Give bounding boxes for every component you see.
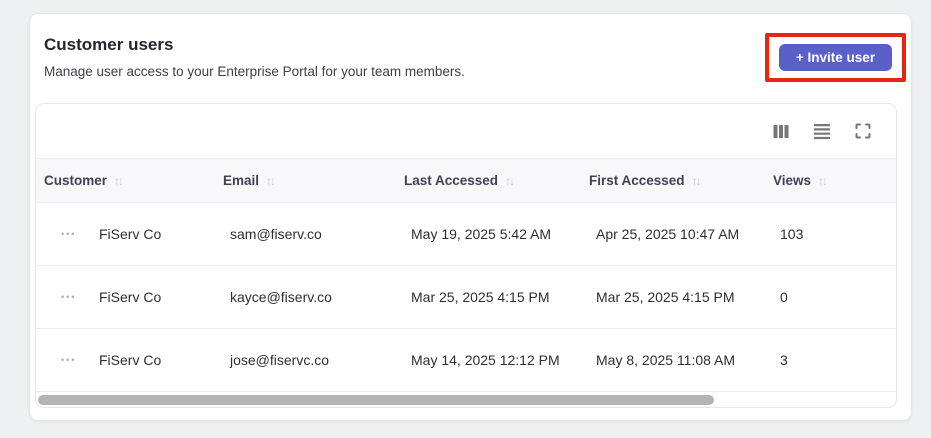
row-actions-icon[interactable]: ••• xyxy=(61,292,85,302)
customer-cell: FiServ Co xyxy=(99,226,162,242)
first-accessed-cell: Apr 25, 2025 10:47 AM xyxy=(596,226,740,242)
sort-icon[interactable]: ↑↓ xyxy=(266,174,276,188)
card-header: Customer users Manage user access to you… xyxy=(30,14,911,82)
density-icon[interactable] xyxy=(812,121,832,141)
column-label: Customer xyxy=(44,173,108,188)
column-header-email[interactable]: Email ↑↓ xyxy=(215,173,396,188)
column-header-customer[interactable]: Customer ↑↓ xyxy=(36,173,215,188)
row-actions-icon[interactable]: ••• xyxy=(61,355,85,365)
customer-cell: FiServ Co xyxy=(99,289,162,305)
fullscreen-icon[interactable] xyxy=(853,121,873,141)
last-accessed-cell: May 19, 2025 5:42 AM xyxy=(411,226,552,242)
table-toolbar xyxy=(36,104,896,158)
sort-icon[interactable]: ↑↓ xyxy=(818,174,828,188)
column-label: Last Accessed xyxy=(404,173,499,188)
last-accessed-cell: Mar 25, 2025 4:15 PM xyxy=(411,289,550,305)
views-cell: 3 xyxy=(780,352,788,368)
customer-users-card: Customer users Manage user access to you… xyxy=(29,13,912,421)
customer-cell: FiServ Co xyxy=(99,352,162,368)
column-header-last-accessed[interactable]: Last Accessed ↑↓ xyxy=(396,173,581,188)
sort-icon[interactable]: ↑↓ xyxy=(505,174,515,188)
annotation-highlight: + Invite user xyxy=(765,33,906,82)
email-cell: kayce@fiserv.co xyxy=(230,289,332,305)
first-accessed-cell: May 8, 2025 11:08 AM xyxy=(596,352,736,368)
column-header-views[interactable]: Views ↑↓ xyxy=(765,173,896,188)
column-header-first-accessed[interactable]: First Accessed ↑↓ xyxy=(581,173,765,188)
column-label: Email xyxy=(223,173,260,188)
sort-icon[interactable]: ↑↓ xyxy=(114,174,124,188)
table-row: ••• FiServ Co jose@fiservc.co May 14, 20… xyxy=(36,329,896,392)
invite-user-button[interactable]: + Invite user xyxy=(778,44,893,71)
views-cell: 0 xyxy=(780,289,788,305)
column-label: Views xyxy=(773,173,812,188)
scrollbar-thumb[interactable] xyxy=(38,395,715,405)
table-row: ••• FiServ Co sam@fiserv.co May 19, 2025… xyxy=(36,203,896,266)
first-accessed-cell: Mar 25, 2025 4:15 PM xyxy=(596,289,735,305)
email-cell: jose@fiservc.co xyxy=(230,352,330,368)
horizontal-scrollbar[interactable] xyxy=(36,392,896,407)
table-header-row: Customer ↑↓ Email ↑↓ Last Accessed ↑↓ Fi… xyxy=(36,158,896,203)
views-cell: 103 xyxy=(780,226,804,242)
email-cell: sam@fiserv.co xyxy=(230,226,322,242)
last-accessed-cell: May 14, 2025 12:12 PM xyxy=(411,352,560,368)
sort-icon[interactable]: ↑↓ xyxy=(692,174,702,188)
row-actions-icon[interactable]: ••• xyxy=(61,229,85,239)
columns-icon[interactable] xyxy=(771,121,791,141)
table-row: ••• FiServ Co kayce@fiserv.co Mar 25, 20… xyxy=(36,266,896,329)
column-label: First Accessed xyxy=(589,173,685,188)
users-table: Customer ↑↓ Email ↑↓ Last Accessed ↑↓ Fi… xyxy=(35,103,897,408)
